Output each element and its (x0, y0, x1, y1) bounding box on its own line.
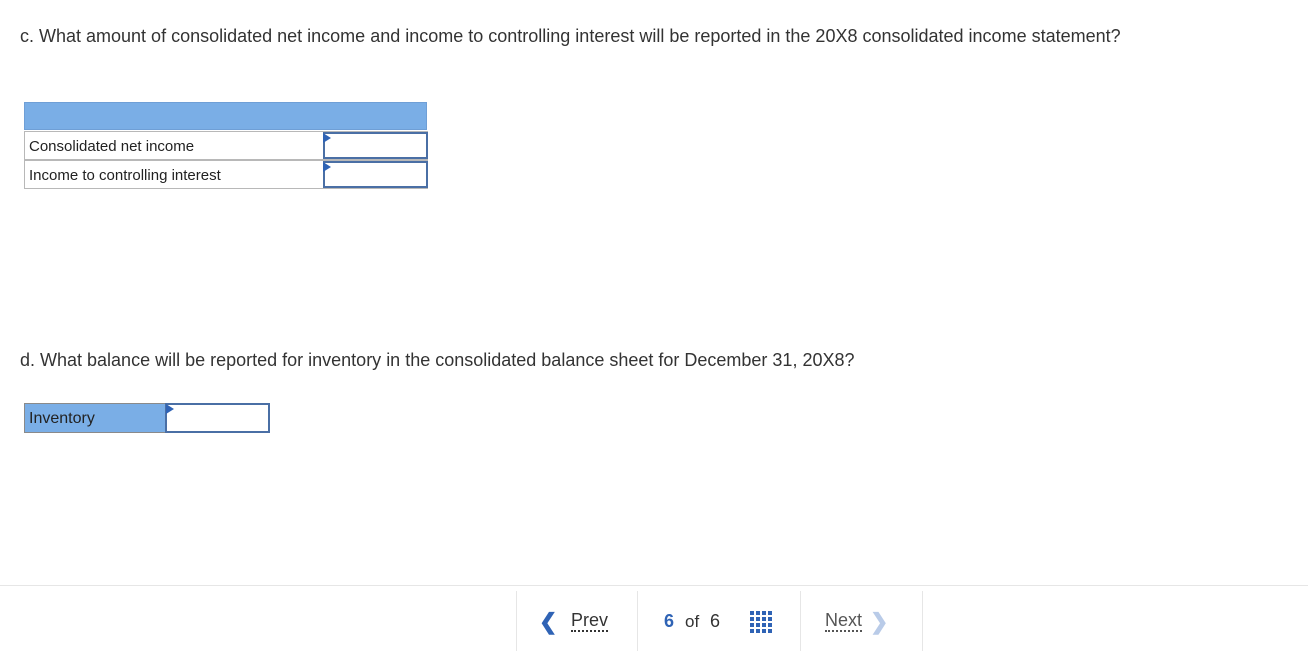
chevron-right-icon: ❯ (870, 609, 889, 634)
inventory-label-cell: Inventory (24, 403, 166, 433)
row-label-income-controlling-interest: Income to controlling interest (29, 167, 221, 184)
current-page: 6 (664, 611, 675, 631)
next-label: Next (825, 610, 863, 632)
question-c-text: c. What amount of consolidated net incom… (20, 26, 1121, 46)
question-d-text: d. What balance will be reported for inv… (20, 350, 855, 370)
input-marker-icon (323, 162, 331, 172)
input-marker-icon (166, 404, 174, 414)
pagination-bar: ❮ Prev 6 of 6 Next ❯ (516, 591, 923, 651)
chevron-left-icon: ❮ (539, 609, 558, 634)
income-controlling-interest-input[interactable] (323, 161, 428, 188)
table-row: Income to controlling interest (24, 160, 428, 189)
inventory-input[interactable] (165, 403, 270, 433)
footer-divider (0, 585, 1308, 586)
grid-icon[interactable] (750, 611, 772, 633)
inventory-label: Inventory (29, 410, 95, 427)
of-label: of (685, 612, 700, 631)
prev-button[interactable]: ❮ Prev (517, 591, 638, 651)
next-button[interactable]: Next ❯ (801, 591, 921, 651)
row-label-consolidated-net-income: Consolidated net income (29, 138, 195, 155)
table-c-header (24, 102, 427, 130)
consolidated-net-income-input[interactable] (323, 132, 428, 159)
total-pages: 6 (710, 611, 721, 631)
prev-label: Prev (571, 610, 609, 632)
table-row: Consolidated net income (24, 131, 428, 160)
page-indicator: 6 of 6 (638, 591, 801, 651)
input-marker-icon (323, 133, 331, 143)
